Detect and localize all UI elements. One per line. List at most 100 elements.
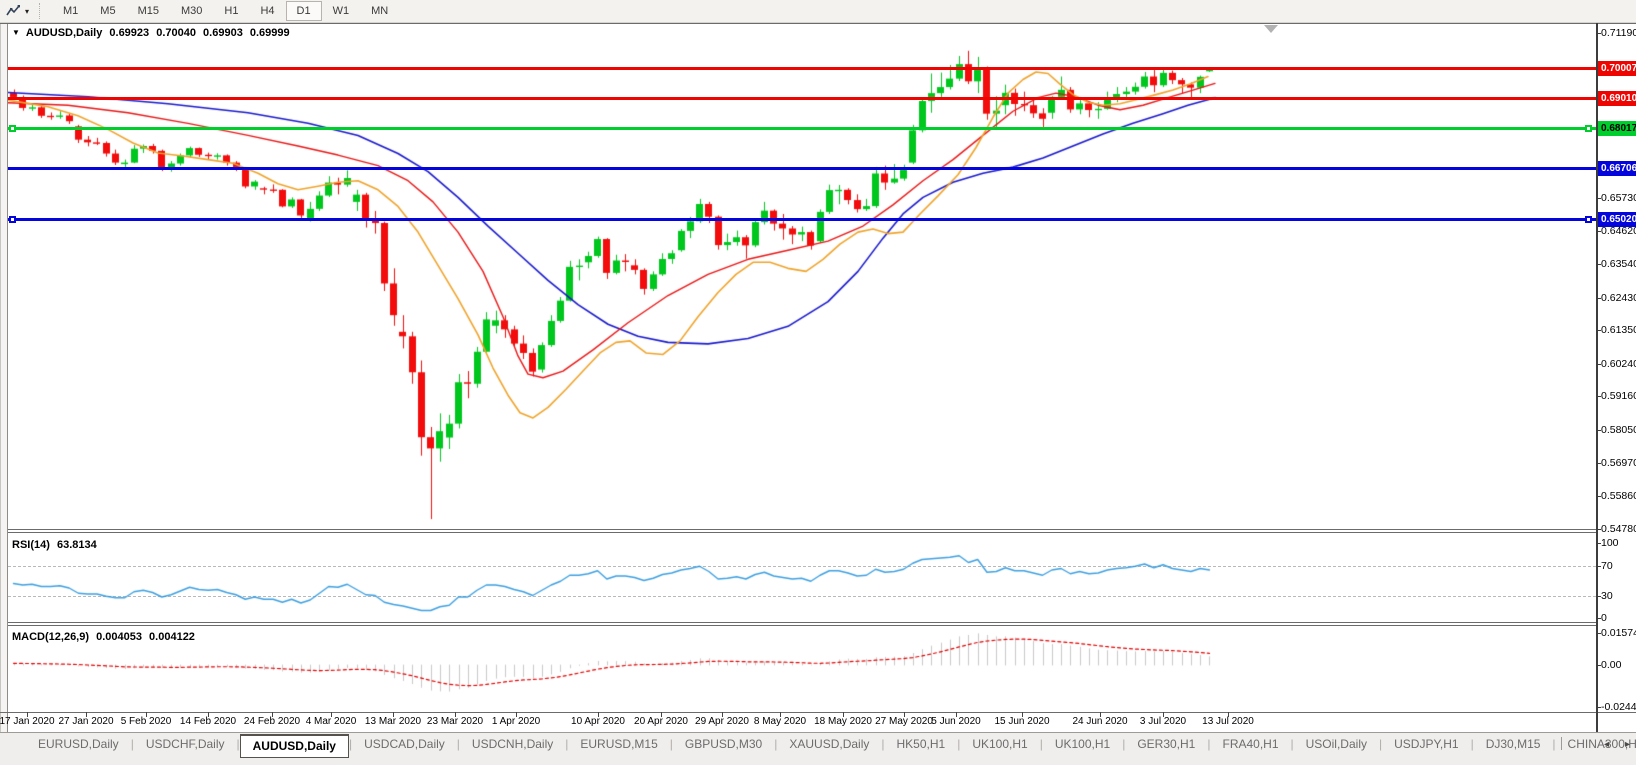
ohlc-high: 0.70040 — [156, 27, 196, 39]
chart-shift-marker[interactable] — [1264, 25, 1278, 33]
horizontal-line-0.69010[interactable] — [8, 97, 1596, 100]
ohlc-low: 0.69903 — [203, 27, 243, 39]
price-tick-0.59160-label: 0.59160 — [1601, 390, 1636, 402]
line-studies-glyph — [6, 4, 22, 18]
timeframe-button-w1[interactable]: W1 — [322, 1, 361, 21]
macd-indicator-label: MACD(12,26,9) 0.004053 0.004122 — [12, 631, 199, 643]
tab-scroll-right-icon[interactable]: ▸ — [1625, 739, 1630, 750]
tab-uk100-h1[interactable]: UK100,H1 — [960, 734, 1039, 755]
date-label-23-Mar-2020: 23 Mar 2020 — [427, 716, 483, 727]
chart-tabs: EURUSD,Daily|USDCHF,Daily|AUDUSD,Daily|U… — [26, 734, 1636, 758]
tab-eurusd-m15[interactable]: EURUSD,M15 — [568, 734, 669, 755]
timeframe-button-group: M1M5M15M30H1H4D1W1MN — [52, 1, 399, 21]
date-label-13-Jul-2020: 13 Jul 2020 — [1202, 716, 1254, 727]
horizontal-line-0.70007[interactable] — [8, 67, 1596, 70]
date-label-24-Feb-2020: 24 Feb 2020 — [244, 716, 300, 727]
rsi-tick-100-label: 100 — [1601, 537, 1619, 549]
price-tick-0.54780-label: 0.54780 — [1601, 523, 1636, 535]
timeframe-button-d1[interactable]: D1 — [286, 1, 322, 21]
tab-usdchf-daily[interactable]: USDCHF,Daily — [134, 734, 237, 755]
price-tick-0.61350-label: 0.61350 — [1601, 324, 1636, 336]
tab-hk50-h1[interactable]: HK50,H1 — [885, 734, 958, 755]
toolbar: ▾ M1M5M15M30H1H4D1W1MN — [0, 0, 1636, 23]
timeframe-button-h4[interactable]: H4 — [249, 1, 285, 21]
macd-tick--0.02441-label: -0.02441 — [1601, 701, 1636, 713]
date-label-5-Feb-2020: 5 Feb 2020 — [121, 716, 172, 727]
line-handle-right-0.68017[interactable] — [1585, 125, 1592, 132]
rsi-tick-0-label: 0 — [1601, 612, 1607, 624]
timeframe-button-m15[interactable]: M15 — [127, 1, 170, 21]
date-label-15-Jun-2020: 15 Jun 2020 — [994, 716, 1049, 727]
dropdown-caret-icon: ▾ — [25, 7, 29, 16]
date-label-17-Jan-2020: 17 Jan 2020 — [0, 716, 55, 727]
tab-scroll-divider — [1561, 737, 1562, 750]
timeframe-button-m5[interactable]: M5 — [89, 1, 126, 21]
price-line-label-0.69010: 0.69010 — [1598, 91, 1636, 106]
date-label-14-Feb-2020: 14 Feb 2020 — [180, 716, 236, 727]
timeframe-button-m1[interactable]: M1 — [52, 1, 89, 21]
price-tick-0.62430-label: 0.62430 — [1601, 292, 1636, 304]
horizontal-line-0.65020[interactable] — [8, 218, 1596, 221]
tab-uk100-h1[interactable]: UK100,H1 — [1043, 734, 1122, 755]
date-label-29-Apr-2020: 29 Apr 2020 — [695, 716, 749, 727]
timeframe-button-mn[interactable]: MN — [360, 1, 399, 21]
tab-usdcnh-daily[interactable]: USDCNH,Daily — [460, 734, 565, 755]
horizontal-line-0.68017[interactable] — [8, 127, 1596, 130]
main-rsi-separator-bottom[interactable] — [8, 532, 1596, 533]
tab-dj30-m15[interactable]: DJ30,M15 — [1474, 734, 1553, 755]
rsi-tick-70-label: 70 — [1601, 560, 1613, 572]
line-handle-left-0.65020[interactable] — [9, 216, 16, 223]
price-tick-0.56970-label: 0.56970 — [1601, 457, 1636, 469]
date-label-18-May-2020: 18 May 2020 — [814, 716, 872, 727]
macd-name: MACD(12,26,9) — [12, 631, 89, 643]
date-label-27-May-2020: 27 May 2020 — [875, 716, 933, 727]
rsi-macd-separator-top[interactable] — [8, 622, 1596, 623]
date-label-1-Apr-2020: 1 Apr 2020 — [492, 716, 540, 727]
line-handle-right-0.65020[interactable] — [1585, 216, 1592, 223]
date-label-13-Mar-2020: 13 Mar 2020 — [365, 716, 421, 727]
date-label-24-Jun-2020: 24 Jun 2020 — [1072, 716, 1127, 727]
tab-usoil-daily[interactable]: USOil,Daily — [1294, 734, 1379, 755]
tab-usdjpy-h1[interactable]: USDJPY,H1 — [1382, 734, 1470, 755]
horizontal-line-0.66706[interactable] — [8, 167, 1596, 170]
date-label-8-May-2020: 8 May 2020 — [754, 716, 806, 727]
price-tick-0.71190-label: 0.71190 — [1601, 27, 1636, 39]
tab-usdcad-daily[interactable]: USDCAD,Daily — [352, 734, 457, 755]
date-label-27-Jan-2020: 27 Jan 2020 — [58, 716, 113, 727]
tab-audusd-daily[interactable]: AUDUSD,Daily — [240, 734, 349, 758]
price-line-label-0.68017: 0.68017 — [1598, 121, 1636, 136]
price-tick-0.55860-label: 0.55860 — [1601, 490, 1636, 502]
tab-xauusd-daily[interactable]: XAUUSD,Daily — [777, 734, 881, 755]
chart-window-top-border — [0, 23, 1636, 24]
price-tick-0.60240-label: 0.60240 — [1601, 358, 1636, 370]
rsi-name: RSI(14) — [12, 539, 50, 551]
price-line-label-0.70007: 0.70007 — [1598, 61, 1636, 76]
rsi-value: 63.8134 — [57, 539, 97, 551]
toolbar-grip — [39, 3, 46, 19]
tab-scroll-left-icon[interactable]: ◂ — [1604, 739, 1609, 750]
tab-scroll-buttons: ◂ ▸ — [1604, 739, 1630, 750]
rsi-macd-separator-bottom[interactable] — [8, 625, 1596, 626]
rsi-indicator-label: RSI(14) 63.8134 — [12, 539, 101, 551]
ohlc-close: 0.69999 — [250, 27, 290, 39]
tab-fra40-h1[interactable]: FRA40,H1 — [1210, 734, 1290, 755]
date-label-10-Apr-2020: 10 Apr 2020 — [571, 716, 625, 727]
price-line-label-0.65020: 0.65020 — [1598, 212, 1636, 227]
timeframe-button-m30[interactable]: M30 — [170, 1, 213, 21]
date-label-3-Jul-2020: 3 Jul 2020 — [1140, 716, 1186, 727]
macd-tick-0.00-label: 0.00 — [1601, 659, 1621, 671]
macd-main-value: 0.004053 — [96, 631, 142, 643]
chart-title: ▼AUDUSD,Daily 0.69923 0.70040 0.69903 0.… — [12, 27, 294, 39]
line-handle-left-0.68017[interactable] — [9, 125, 16, 132]
tab-gbpusd-m30[interactable]: GBPUSD,M30 — [673, 734, 774, 755]
timeframe-button-h1[interactable]: H1 — [213, 1, 249, 21]
date-label-20-Apr-2020: 20 Apr 2020 — [634, 716, 688, 727]
line-studies-icon[interactable]: ▾ — [0, 0, 37, 22]
price-tick-0.58050-label: 0.58050 — [1601, 424, 1636, 436]
tab-ger30-h1[interactable]: GER30,H1 — [1125, 734, 1207, 755]
tab-eurusd-daily[interactable]: EURUSD,Daily — [26, 734, 131, 755]
chart-menu-icon[interactable]: ▼ — [12, 28, 20, 37]
rsi-tick-30-label: 30 — [1601, 590, 1613, 602]
main-rsi-separator-top[interactable] — [8, 529, 1596, 530]
date-label-5-Jun-2020: 5 Jun 2020 — [931, 716, 981, 727]
